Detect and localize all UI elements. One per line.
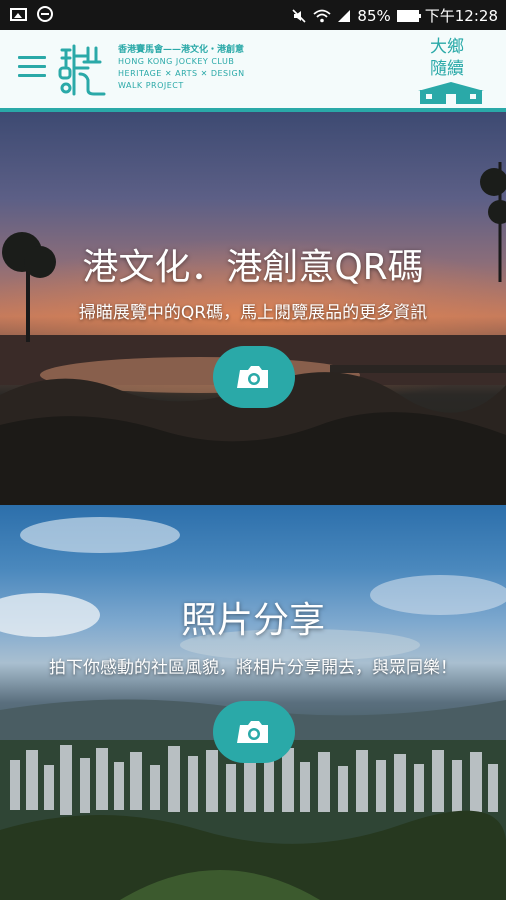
qr-subtitle: 掃瞄展覽中的QR碼，馬上閱覽展品的更多資訊 xyxy=(78,303,428,323)
badge-title-line-2: 隨續 xyxy=(430,59,464,79)
wifi-icon xyxy=(313,9,332,22)
image-notification-icon xyxy=(10,7,27,21)
battery-percent: 85% xyxy=(357,6,391,25)
photo-share-subtitle: 拍下你感動的社區風貌，將相片分享開去，與眾同樂！ xyxy=(49,658,457,678)
battery-icon xyxy=(396,9,421,22)
camera-icon xyxy=(237,366,268,388)
status-bar: 85% 下午12:28 xyxy=(0,0,506,30)
photo-share-panel: 照片分享 拍下你感動的社區風貌，將相片分享開去，與眾同樂！ xyxy=(0,505,506,900)
qr-scan-button[interactable] xyxy=(213,346,295,408)
logo-title: 香港賽馬會——港文化・港創意 xyxy=(118,45,245,55)
qr-title: 港文化．港創意QR碼 xyxy=(82,247,424,288)
qr-panel: 港文化．港創意QR碼 掃瞄展覽中的QR碼，馬上閱覽展品的更多資訊 xyxy=(0,112,506,505)
event-badge: 大鄉 隨續 xyxy=(412,36,488,106)
clock: 下午12:28 xyxy=(424,7,498,25)
logo-sub-1: HONG KONG JOCKEY CLUB xyxy=(118,57,235,66)
logo-text: 香港賽馬會——港文化・港創意 HONG KONG JOCKEY CLUB HER… xyxy=(118,44,245,92)
logo-sub-2: HERITAGE ✕ ARTS ✕ DESIGN xyxy=(118,69,245,78)
badge-title: 大鄉 隨續 xyxy=(430,36,464,80)
logo-sub-3: WALK PROJECT xyxy=(118,81,184,90)
app-header: 香港賽馬會——港文化・港創意 HONG KONG JOCKEY CLUB HER… xyxy=(0,30,506,112)
camera-icon xyxy=(237,721,268,743)
hkjc-logo-icon xyxy=(58,44,106,96)
building-icon xyxy=(418,82,484,104)
signal-icon xyxy=(338,9,351,22)
menu-icon[interactable] xyxy=(18,56,46,80)
photo-share-title: 照片分享 xyxy=(180,600,325,641)
badge-title-line-1: 大鄉 xyxy=(430,37,464,57)
do-not-disturb-icon xyxy=(37,6,53,22)
mute-icon xyxy=(292,8,306,23)
photo-share-camera-button[interactable] xyxy=(213,701,295,763)
